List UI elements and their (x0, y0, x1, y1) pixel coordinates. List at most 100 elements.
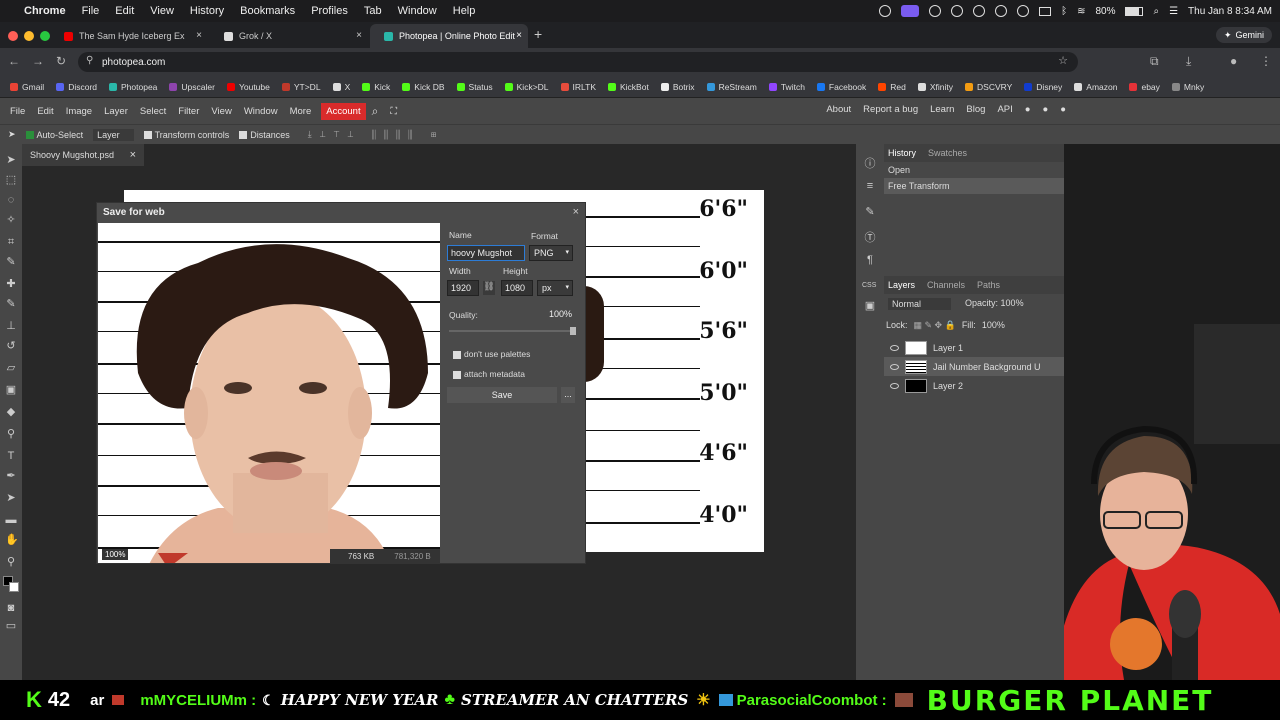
bookmark-dscvry[interactable]: DSCVRY (965, 82, 1012, 92)
bookmark-star-icon[interactable]: ☆ (1058, 54, 1068, 67)
zoom-tool-icon[interactable]: ⚲ (5, 556, 17, 568)
document-tab[interactable]: Shoovy Mugshot.psd × (22, 144, 144, 166)
tab-channels[interactable]: Channels (927, 280, 965, 290)
menu-help[interactable]: Help (445, 5, 484, 17)
crop-tool-icon[interactable]: ⌗ (5, 236, 17, 248)
distances-checkbox[interactable]: Distances (239, 130, 290, 140)
slider-handle[interactable] (570, 327, 576, 335)
blur-tool-icon[interactable]: ◆ (5, 406, 17, 418)
image-icon[interactable]: ▣ (864, 300, 876, 312)
clone-stamp-icon[interactable]: ⊥ (5, 320, 17, 332)
minimize-window-button[interactable] (24, 31, 34, 41)
status-icon[interactable] (879, 5, 892, 17)
reddit-icon[interactable]: ● (1025, 104, 1031, 115)
adjustments-icon[interactable]: ≡ (864, 180, 876, 192)
menu-window[interactable]: Window (390, 5, 445, 17)
bookmark-twitch[interactable]: Twitch (768, 82, 805, 92)
brush-settings-icon[interactable]: ✎ (864, 206, 876, 218)
pp-menu-image[interactable]: Image (60, 106, 98, 117)
status-pill-icon[interactable] (901, 5, 920, 17)
pp-menu-edit[interactable]: Edit (31, 106, 59, 117)
link-report-bug[interactable]: Report a bug (863, 104, 918, 115)
healing-icon[interactable]: ✚ (5, 278, 17, 290)
tab-layers[interactable]: Layers (888, 280, 915, 290)
lasso-tool-icon[interactable]: ◌ (5, 194, 17, 206)
bookmark-discord[interactable]: Discord (56, 82, 97, 92)
menu-profiles[interactable]: Profiles (303, 5, 356, 17)
battery-icon[interactable] (1125, 6, 1144, 16)
control-center-icon[interactable]: ☰ (1169, 6, 1178, 17)
back-icon[interactable]: ← (8, 54, 20, 68)
eyedropper-icon[interactable]: ✎ (5, 256, 17, 268)
unit-select[interactable]: px ▾ (537, 280, 573, 296)
menu-icon[interactable]: ⋮ (1260, 54, 1272, 68)
move-tool-icon[interactable]: ➤ (5, 154, 17, 166)
checkbox[interactable] (453, 370, 461, 379)
bookmark-status[interactable]: Status (456, 82, 493, 92)
checkbox[interactable] (239, 131, 248, 140)
checkbox[interactable] (453, 350, 461, 359)
fullscreen-icon[interactable]: ⛶ (384, 106, 403, 117)
format-select[interactable]: PNG ▾ (529, 245, 573, 261)
bookmark-x[interactable]: X (332, 82, 350, 92)
bookmark-kickbot[interactable]: KickBot (608, 82, 649, 92)
gemini-button[interactable]: ✦ Gemini (1215, 27, 1272, 43)
link-learn[interactable]: Learn (930, 104, 954, 115)
layer-row[interactable]: Layer 1 (884, 338, 1064, 357)
hand-tool-icon[interactable]: ✋ (5, 534, 19, 546)
save-button[interactable]: Save (447, 387, 557, 403)
close-icon[interactable]: × (196, 30, 202, 41)
menu-tab[interactable]: Tab (356, 5, 390, 17)
lock-icons[interactable]: ▦ ✎ ✥ 🔒 (914, 320, 956, 331)
display-icon[interactable] (1039, 6, 1052, 16)
width-input[interactable]: 1920 (447, 280, 479, 296)
pp-menu-more[interactable]: More (284, 106, 318, 117)
eraser-icon[interactable]: ▱ (5, 362, 17, 374)
opacity-value[interactable]: 100% (1001, 298, 1024, 308)
close-icon[interactable]: × (516, 30, 522, 41)
layer-select[interactable]: Layer (93, 128, 134, 141)
status-icon[interactable] (951, 5, 964, 17)
visibility-eye-icon[interactable] (890, 382, 899, 389)
tab-history[interactable]: History (888, 148, 916, 158)
twitter-icon[interactable]: ● (1043, 104, 1049, 115)
bookmark-restream[interactable]: ReStream (706, 82, 757, 92)
more-options-button[interactable]: ... (561, 387, 575, 403)
extensions-icon[interactable]: ⧉ (1150, 54, 1159, 69)
address-bar[interactable]: ⚲ photopea.com ☆ (78, 52, 1078, 72)
account-button[interactable]: Account (321, 102, 366, 120)
close-icon[interactable]: × (356, 30, 362, 41)
link-blog[interactable]: Blog (966, 104, 985, 115)
fill-tool-icon[interactable]: ▣ (5, 384, 17, 396)
pp-menu-layer[interactable]: Layer (98, 106, 134, 117)
play-icon[interactable] (973, 5, 986, 17)
menu-edit[interactable]: Edit (107, 5, 142, 17)
bookmark-upscaler[interactable]: Upscaler (169, 82, 215, 92)
bookmark-irltk[interactable]: IRLTK (560, 82, 596, 92)
move-tool-icon[interactable]: ➤ (8, 129, 16, 140)
path-select-icon[interactable]: ➤ (5, 492, 17, 504)
tab-photopea[interactable]: Photopea | Online Photo Edit × (370, 24, 528, 48)
auto-select-checkbox[interactable]: Auto-Select (25, 130, 83, 140)
clock[interactable]: Thu Jan 8 8:34 AM (1188, 6, 1272, 17)
css-icon[interactable]: CSS (862, 280, 876, 292)
search-icon[interactable]: ⌕ (366, 104, 385, 119)
pp-menu-window[interactable]: Window (238, 106, 284, 117)
quick-mask-icon[interactable]: ◙ (5, 602, 17, 614)
fill-value[interactable]: 100% (982, 320, 1005, 331)
bookmark-disney[interactable]: Disney (1024, 82, 1062, 92)
blend-mode-select[interactable]: Normal (888, 298, 952, 310)
dodge-tool-icon[interactable]: ⚲ (5, 428, 17, 440)
facebook-icon[interactable]: ● (1060, 104, 1066, 115)
layer-row-selected[interactable]: Jail Number Background U (884, 357, 1064, 376)
bookmark-gmail[interactable]: Gmail (10, 82, 44, 92)
bookmark-kickdl[interactable]: Kick>DL (504, 82, 549, 92)
export-preview[interactable]: 100% 763 KB 781,320 B (98, 223, 440, 563)
transform-controls-checkbox[interactable]: Transform controls (143, 130, 229, 140)
pp-menu-file[interactable]: File (4, 106, 31, 117)
profile-icon[interactable]: ● (1230, 54, 1237, 68)
attach-metadata-checkbox[interactable]: attach metadata (453, 369, 525, 379)
wifi-icon[interactable]: ≋ (1077, 6, 1085, 17)
menu-view[interactable]: View (142, 5, 182, 17)
info-icon[interactable]: ⓘ (864, 158, 876, 170)
